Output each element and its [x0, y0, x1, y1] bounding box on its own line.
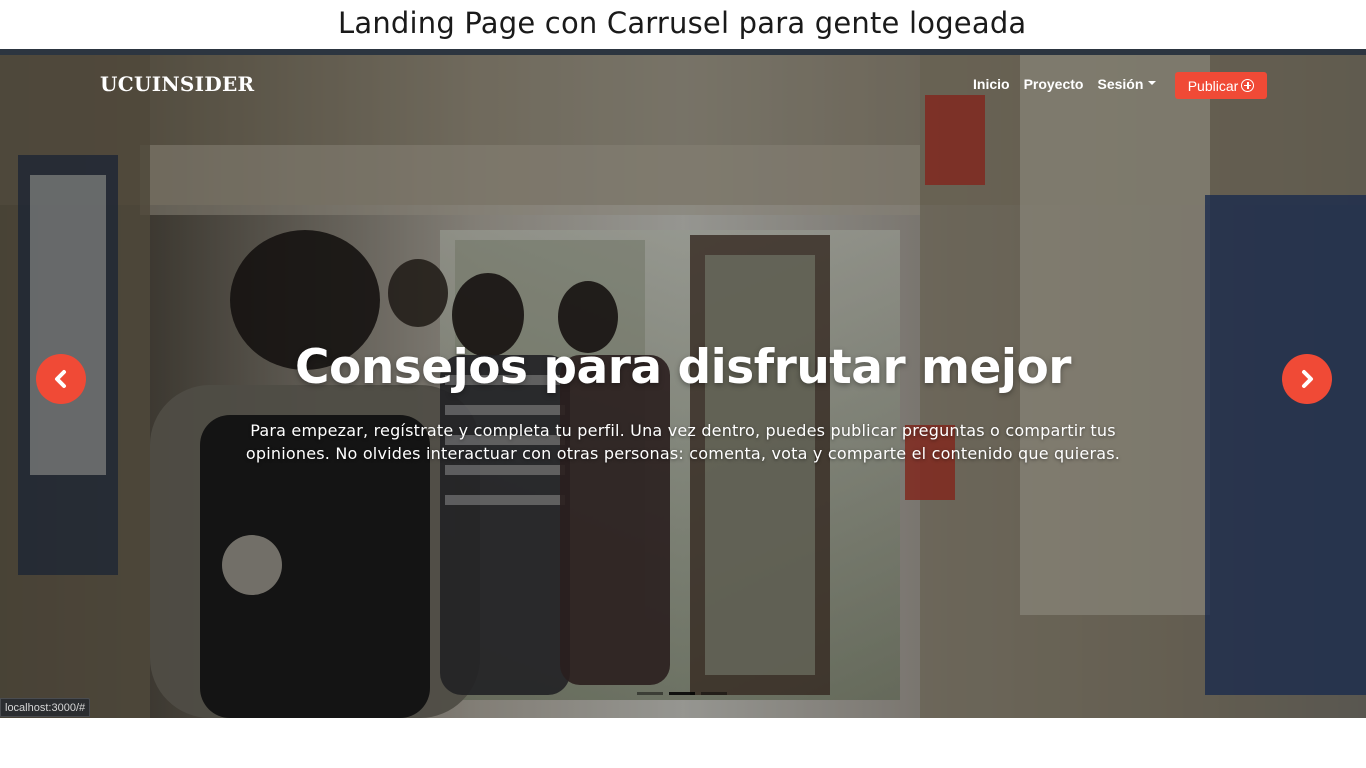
slide-title: Consejos para disfrutar mejor: [295, 340, 1071, 395]
plus-circle-icon: [1241, 79, 1255, 92]
carousel-indicator-2[interactable]: [669, 692, 695, 695]
publish-button[interactable]: Publicar: [1175, 72, 1267, 99]
carousel-indicators: [637, 692, 727, 695]
nav-link-inicio[interactable]: Inicio: [973, 76, 1010, 92]
slide-description: Para empezar, regístrate y completa tu p…: [245, 421, 1121, 463]
screenshot-caption: Landing Page con Carrusel para gente log…: [0, 0, 1366, 50]
hero-carousel: UCUINSIDER Inicio Proyecto Sesión Public…: [0, 55, 1366, 718]
publish-button-label: Publicar: [1187, 77, 1239, 94]
top-navbar: UCUINSIDER Inicio Proyecto Sesión Public…: [0, 55, 1366, 115]
carousel-caption: Consejos para disfrutar mejor Para empez…: [0, 337, 1366, 465]
nav-dropdown-sesion-label: Sesión: [1097, 76, 1144, 92]
nav-links: Inicio Proyecto Sesión: [973, 76, 1157, 92]
nav-link-proyecto[interactable]: Proyecto: [1024, 76, 1084, 92]
nav-dropdown-sesion[interactable]: Sesión: [1097, 76, 1157, 92]
carousel-indicator-3[interactable]: [701, 692, 727, 695]
brand-logo[interactable]: UCUINSIDER: [100, 72, 254, 96]
caption-title: Landing Page con Carrusel para gente log…: [338, 6, 1027, 40]
caret-down-icon: [1148, 81, 1157, 86]
carousel-indicator-1[interactable]: [637, 692, 663, 695]
status-bar-url: localhost:3000/#: [0, 698, 91, 717]
